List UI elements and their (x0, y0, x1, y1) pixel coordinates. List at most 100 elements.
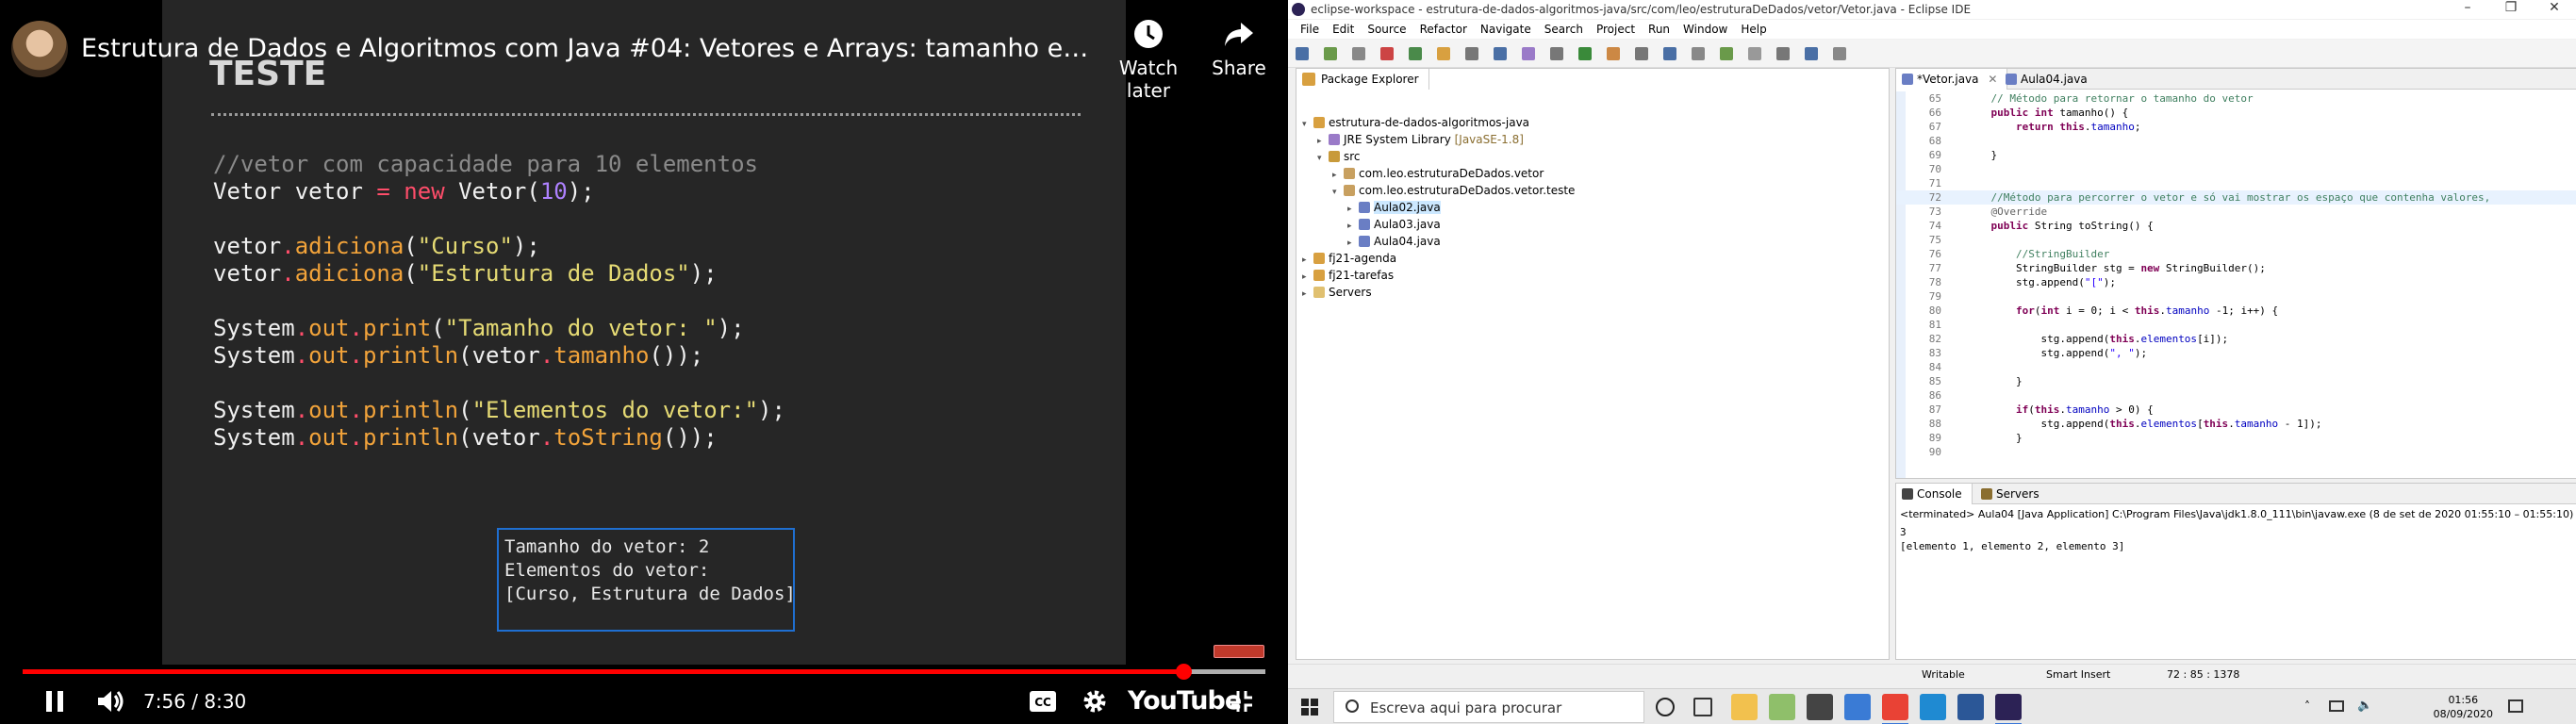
menu-search[interactable]: Search (1538, 20, 1590, 39)
share-button[interactable]: Share (1190, 17, 1288, 79)
tree-item[interactable]: ▸ Aula02.java (1296, 199, 1889, 216)
close-tab-icon[interactable]: ✕ (1988, 73, 1997, 86)
progress-scrubber[interactable] (1176, 664, 1192, 680)
toolbar-button-icon[interactable] (1409, 47, 1422, 60)
slide-code-line: System.out.println(vetor.toString()); (213, 424, 785, 452)
code-token: //StringBuilder (2015, 248, 2110, 260)
toolbar-button-icon[interactable] (1692, 47, 1705, 60)
watch-later-button[interactable]: Watch later (1099, 17, 1197, 102)
maximize-button[interactable]: ❐ (2489, 0, 2533, 19)
menu-help[interactable]: Help (1734, 20, 1773, 39)
eclipse-icon[interactable] (1995, 694, 2022, 724)
toolbar-button-icon[interactable] (1776, 47, 1790, 60)
channel-avatar[interactable] (11, 21, 68, 77)
toolbar-button-icon[interactable] (1635, 47, 1648, 60)
toolbar-button-icon[interactable] (1805, 47, 1818, 60)
console-tab[interactable]: Console (1896, 484, 1973, 504)
menu-refactor[interactable]: Refactor (1413, 20, 1474, 39)
editor-tab-aula04[interactable]: Aula04.java (2000, 69, 2097, 90)
tree-item[interactable]: ▸ Aula03.java (1296, 216, 1889, 233)
slide-code-line (213, 370, 785, 397)
tree-item[interactable]: ▸ fj21-agenda (1296, 250, 1889, 267)
tree-item[interactable]: ▸ JRE System Library [JavaSE-1.8] (1296, 131, 1889, 148)
toolbar-button-icon[interactable] (1522, 47, 1535, 60)
youtube-player[interactable]: TESTE //vetor com capacidade para 10 ele… (0, 0, 1288, 724)
toolbar-button-icon[interactable] (1578, 47, 1592, 60)
code-token: elementos (2140, 418, 2198, 430)
taskbar-search-box[interactable]: Escreva aqui para procurar (1333, 691, 1644, 723)
video-title[interactable]: Estrutura de Dados e Algoritmos com Java… (81, 34, 1092, 63)
captions-button[interactable]: CC (1028, 684, 1058, 718)
slide-code-line: vetor.adiciona("Estrutura de Dados"); (213, 260, 785, 288)
vscode-icon[interactable] (1920, 694, 1946, 720)
toolbar-button-icon[interactable] (1380, 47, 1394, 60)
volume-button[interactable] (92, 684, 130, 718)
toolbar-button-icon[interactable] (1607, 47, 1620, 60)
toolbar-button-icon[interactable] (1437, 47, 1450, 60)
word-icon[interactable] (1957, 694, 1984, 720)
photos-icon[interactable] (1844, 694, 1871, 720)
servers-tab[interactable]: Servers (1975, 484, 2049, 504)
code-token: ()); (662, 424, 718, 451)
youtube-logo[interactable]: YouTube (1128, 686, 1242, 716)
cortana-icon[interactable] (1656, 698, 1675, 716)
line-text: } (1966, 148, 1997, 162)
menu-window[interactable]: Window (1676, 20, 1734, 39)
toolbar-button-icon[interactable] (1720, 47, 1733, 60)
console-output[interactable]: 3 [elemento 1, elemento 2, elemento 3] (1900, 525, 2124, 553)
channel-watermark[interactable] (1214, 645, 1264, 658)
toolbar-button-icon[interactable] (1352, 47, 1365, 60)
package-explorer-tab[interactable]: Package Explorer (1296, 69, 1429, 90)
tree-item[interactable]: ▾ estrutura-de-dados-algoritmos-java (1296, 114, 1889, 131)
task-view-icon[interactable] (1693, 698, 1712, 716)
code-token: i = 0; i < (2059, 304, 2135, 317)
exit-fullscreen-button[interactable] (1226, 684, 1258, 718)
tree-item[interactable]: ▸ com.leo.estruturaDeDados.vetor (1296, 165, 1889, 182)
calculator-icon[interactable] (1807, 694, 1833, 720)
menu-file[interactable]: File (1294, 20, 1326, 39)
notifications-icon[interactable] (2508, 699, 2523, 713)
tree-item[interactable]: ▸ Servers (1296, 284, 1889, 301)
pause-button[interactable] (38, 684, 72, 718)
toolbar-button-icon[interactable] (1324, 47, 1337, 60)
toolbar-button-icon[interactable] (1833, 47, 1846, 60)
minimize-button[interactable]: – (2446, 0, 2489, 19)
file-explorer-icon[interactable] (1731, 694, 1758, 720)
toolbar-button-icon[interactable] (1494, 47, 1507, 60)
editor-tab-vetor[interactable]: *Vetor.java ✕ (1896, 69, 2008, 90)
window-titlebar[interactable]: eclipse-workspace - estrutura-de-dados-a… (1288, 0, 2576, 19)
network-icon[interactable] (2329, 700, 2344, 712)
progress-bar[interactable] (23, 664, 1265, 680)
menu-edit[interactable]: Edit (1326, 20, 1361, 39)
menu-navigate[interactable]: Navigate (1474, 20, 1538, 39)
sticky-notes-icon[interactable] (1769, 694, 1795, 720)
taskbar-clock[interactable]: 01:56 08/09/2020 (2434, 693, 2493, 721)
clock-icon (1099, 17, 1197, 51)
chevron-up-icon[interactable]: ˄ (2304, 699, 2310, 713)
menu-source[interactable]: Source (1361, 20, 1412, 39)
toolbar-button-icon[interactable] (1550, 47, 1563, 60)
line-number: 77 (1928, 262, 1941, 274)
close-button[interactable]: ✕ (2533, 0, 2576, 19)
tree-item[interactable]: ▾ com.leo.estruturaDeDados.vetor.teste (1296, 182, 1889, 199)
speaker-icon[interactable]: 🔈 (2357, 699, 2372, 713)
tree-item[interactable]: ▸ Aula04.java (1296, 233, 1889, 250)
tree-expand-icon[interactable]: ▸ (1302, 286, 1312, 303)
menu-project[interactable]: Project (1590, 20, 1642, 39)
tree-item[interactable]: ▾ src (1296, 148, 1889, 165)
code-token: out (308, 342, 350, 369)
chrome-icon[interactable] (1882, 694, 1908, 724)
editor-text-area[interactable]: 65 // Método para retornar o tamanho do … (1896, 91, 2576, 478)
video-frame[interactable]: TESTE //vetor com capacidade para 10 ele… (162, 0, 1126, 665)
tree-item[interactable]: ▸ fj21-tarefas (1296, 267, 1889, 284)
start-button[interactable] (1301, 699, 1318, 716)
toolbar-button-icon[interactable] (1296, 47, 1309, 60)
toolbar-button-icon[interactable] (1663, 47, 1676, 60)
toolbar-button-icon[interactable] (1465, 47, 1478, 60)
menu-run[interactable]: Run (1642, 20, 1676, 39)
line-number: 81 (1928, 319, 1941, 331)
status-bar: Writable Smart Insert 72 : 85 : 1378 (1288, 664, 2576, 684)
toolbar-button-icon[interactable] (1748, 47, 1761, 60)
settings-button[interactable] (1079, 684, 1111, 718)
